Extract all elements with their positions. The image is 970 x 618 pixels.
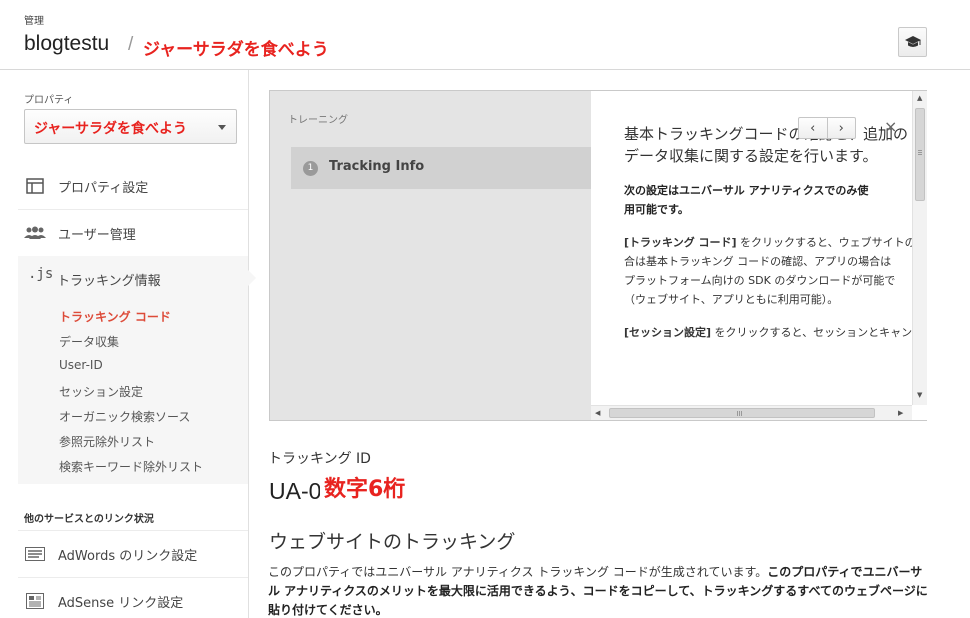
description-text: このプロパティではユニバーサル アナリティクス トラッキング コードが生成されて… — [268, 565, 768, 579]
header: 管理 blogtestu / ジャーサラダを食べよう — [0, 0, 970, 70]
training-text: をクリックすると、ウェブサイトの — [736, 236, 913, 249]
tracking-id-label: トラッキング ID — [268, 451, 371, 467]
divider — [18, 577, 248, 578]
next-button[interactable]: › — [828, 118, 856, 138]
tracking-id-annotation: 数字6桁 — [320, 473, 410, 507]
account-name[interactable]: blogtestu — [24, 32, 109, 56]
sidebar-subitem-organic-search-sources[interactable]: オーガニック検索ソース — [59, 408, 190, 425]
property-select[interactable]: ジャーサラダを食べよう — [24, 109, 237, 144]
training-note-line: 次の設定はユニバーサル アナリティクスでのみ使 — [624, 184, 869, 197]
training-heading: 基本トラッキングコードの確認と、追加のデータ収集に関する設定を行います。 — [624, 125, 908, 165]
sidebar-item-property-settings[interactable]: プロパティ設定 — [18, 173, 248, 199]
website-tracking-title: ウェブサイトのトラッキング — [269, 531, 516, 553]
analytics-admin-page: 管理 blogtestu / ジャーサラダを食べよう プロパティ ジャーサラダを… — [0, 0, 970, 618]
training-text: 合は基本トラッキング コードの確認、アプリの場合は — [624, 255, 892, 268]
training-term: [セッション設定] — [624, 326, 712, 339]
property-section-label: プロパティ — [24, 95, 74, 106]
active-group-pointer — [248, 270, 256, 286]
js-icon: .js — [28, 266, 54, 282]
other-services-label: 他のサービスとのリンク状況 — [24, 514, 154, 525]
training-text: プラットフォーム向けの SDK のダウンロードが可能で — [624, 274, 896, 287]
property-name-title: ジャーサラダを食べよう — [143, 40, 329, 60]
adwords-icon — [24, 543, 46, 565]
vertical-scrollbar[interactable]: ▲ ▼ — [912, 91, 927, 405]
sidebar-subitem-user-id[interactable]: User-ID — [59, 358, 103, 372]
training-paragraph: [トラッキング コード] をクリックすると、ウェブサイトの 合は基本トラッキング… — [624, 233, 913, 309]
graduation-cap-icon — [904, 36, 921, 47]
scroll-right-icon[interactable]: ▶ — [898, 409, 903, 417]
sidebar-subitem-search-term-exclusion[interactable]: 検索キーワード除外リスト — [59, 458, 203, 475]
sidebar-item-user-management[interactable]: ユーザー管理 — [18, 220, 248, 246]
sidebar-subitem-data-collection[interactable]: データ収集 — [59, 333, 119, 350]
scroll-left-icon[interactable]: ◀ — [595, 409, 600, 417]
horizontal-scrollbar[interactable]: ◀ ▶ — [591, 405, 912, 420]
sidebar-item-label: プロパティ設定 — [58, 180, 149, 196]
divider — [18, 530, 248, 531]
training-content-panel: 基本トラッキングコードの確認と、追加のデータ収集に関する設定を行います。 次の設… — [591, 91, 927, 420]
training-label: トレーニング — [288, 115, 348, 126]
training-note-line: 用可能です。 — [624, 203, 689, 216]
sidebar-subitem-session-settings[interactable]: セッション設定 — [59, 383, 143, 400]
step-number-badge: 1 — [303, 161, 318, 176]
sidebar-item-adwords-link[interactable]: AdWords のリンク設定 — [18, 541, 248, 567]
tracking-info-group: .js トラッキング情報 トラッキング コード データ収集 User-ID セッ… — [18, 256, 248, 484]
training-panel: トレーニング 1 Tracking Info 基本トラッキングコードの確認と、追… — [269, 90, 927, 421]
users-icon — [24, 222, 46, 244]
chevron-down-icon — [218, 125, 226, 130]
sidebar: プロパティ ジャーサラダを食べよう プロパティ設定 ユーザー管理 .js トラッ… — [0, 70, 256, 618]
prev-button[interactable]: ‹ — [799, 118, 827, 138]
sidebar-item-label: AdSense リンク設定 — [58, 595, 184, 611]
divider — [18, 209, 248, 210]
sidebar-item-adsense-link[interactable]: AdSense リンク設定 — [18, 588, 248, 614]
training-text: （ウェブサイト、アプリともに利用可能）。 — [624, 293, 839, 306]
property-settings-icon — [24, 175, 46, 197]
sidebar-item-label: ユーザー管理 — [58, 227, 136, 243]
training-step[interactable]: 1 Tracking Info — [291, 147, 592, 189]
sidebar-item-tracking-info[interactable]: トラッキング情報 — [57, 270, 161, 289]
close-icon[interactable]: × — [884, 117, 897, 136]
breadcrumb-separator: / — [128, 34, 134, 55]
admin-label: 管理 — [24, 16, 44, 27]
training-paragraph: [セッション設定] をクリックすると、セッションとキャン — [624, 323, 913, 342]
scroll-down-icon[interactable]: ▼ — [917, 391, 922, 399]
sidebar-subitem-tracking-code[interactable]: トラッキング コード — [59, 308, 171, 325]
training-pager: ‹ › — [798, 117, 856, 139]
training-term: [トラッキング コード] — [624, 236, 737, 249]
scroll-thumb[interactable] — [609, 408, 875, 418]
training-note: 次の設定はユニバーサル アナリティクスでのみ使 用可能です。 — [624, 181, 913, 219]
website-tracking-description: このプロパティではユニバーサル アナリティクス トラッキング コードが生成されて… — [268, 563, 928, 618]
property-select-value: ジャーサラダを食べよう — [34, 121, 188, 137]
scroll-up-icon[interactable]: ▲ — [917, 94, 922, 102]
training-content[interactable]: 基本トラッキングコードの確認と、追加のデータ収集に関する設定を行います。 次の設… — [624, 123, 913, 405]
scroll-thumb[interactable] — [915, 108, 925, 201]
adsense-icon — [24, 590, 46, 612]
step-label: Tracking Info — [329, 159, 425, 174]
sidebar-subitem-referral-exclusion[interactable]: 参照元除外リスト — [59, 433, 155, 450]
sidebar-item-label: AdWords のリンク設定 — [58, 548, 198, 564]
education-button[interactable] — [898, 27, 927, 57]
training-text: をクリックすると、セッションとキャン — [711, 326, 913, 339]
